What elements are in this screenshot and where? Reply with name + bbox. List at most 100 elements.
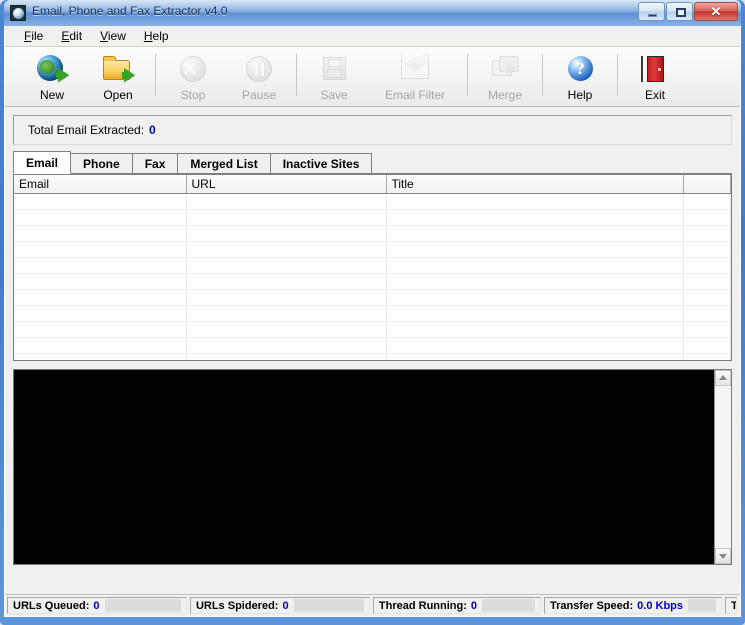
table-cell-empty[interactable] xyxy=(683,241,731,258)
table-cell-empty[interactable] xyxy=(186,257,387,274)
table-row-empty[interactable] xyxy=(14,257,731,274)
scrollbar-track[interactable] xyxy=(715,386,731,548)
table-cell-empty[interactable] xyxy=(14,225,187,242)
table-cell-empty[interactable] xyxy=(186,209,387,226)
column-header-email[interactable]: Email xyxy=(14,175,187,194)
table-cell-empty[interactable] xyxy=(14,257,187,274)
table-cell-empty[interactable] xyxy=(186,193,387,210)
status-transfer-speed-label: Transfer Speed: xyxy=(550,599,634,612)
table-cell-empty[interactable] xyxy=(186,241,387,258)
status-truncated-label: T xyxy=(731,600,736,612)
table-cell-empty[interactable] xyxy=(14,241,187,258)
toolbar-button-help[interactable]: Help xyxy=(547,52,613,104)
table-cell-empty[interactable] xyxy=(186,225,387,242)
menu-item-view[interactable]: View xyxy=(91,27,135,45)
column-header-extra[interactable] xyxy=(683,175,731,194)
table-cell-empty[interactable] xyxy=(14,209,187,226)
toolbar-button-exit[interactable]: Exit xyxy=(622,52,688,104)
toolbar-button-save: Save xyxy=(301,52,367,104)
table-cell-empty[interactable] xyxy=(386,353,684,360)
status-urls-spidered: URLs Spidered: 0 xyxy=(189,597,370,614)
maximize-button[interactable] xyxy=(666,2,693,21)
table-row-empty[interactable] xyxy=(14,305,731,322)
triangle-down-icon xyxy=(719,554,727,559)
table-row-empty[interactable] xyxy=(14,289,731,306)
menu-file-rest: ile xyxy=(31,29,44,43)
table-cell-empty[interactable] xyxy=(386,273,684,290)
table-cell-empty[interactable] xyxy=(386,305,684,322)
table-cell-empty[interactable] xyxy=(683,321,731,338)
toolbar-button-new[interactable]: New xyxy=(19,52,85,104)
table-cell-empty[interactable] xyxy=(386,289,684,306)
help-question-icon xyxy=(564,53,596,85)
table-cell-empty[interactable] xyxy=(683,193,731,210)
table-cell-empty[interactable] xyxy=(186,353,387,360)
log-panel[interactable] xyxy=(13,369,732,565)
log-output xyxy=(14,370,714,564)
table-row-empty[interactable] xyxy=(14,241,731,258)
status-urls-spidered-label: URLs Spidered: xyxy=(195,599,279,612)
table-cell-empty[interactable] xyxy=(186,305,387,322)
minimize-icon xyxy=(648,14,657,17)
table-cell-empty[interactable] xyxy=(683,257,731,274)
tab-merged-list[interactable]: Merged List xyxy=(177,153,271,173)
table-cell-empty[interactable] xyxy=(386,241,684,258)
envelope-icon xyxy=(399,53,431,85)
table-row-empty[interactable] xyxy=(14,225,731,242)
tab-inactive-sites[interactable]: Inactive Sites xyxy=(269,153,373,173)
table-cell-empty[interactable] xyxy=(683,273,731,290)
close-button[interactable]: ✕ xyxy=(694,2,738,21)
stop-circle-icon xyxy=(177,53,209,85)
table-cell-empty[interactable] xyxy=(14,321,187,338)
table-cell-empty[interactable] xyxy=(386,225,684,242)
table-cell-empty[interactable] xyxy=(14,273,187,290)
scroll-up-button[interactable] xyxy=(715,370,731,386)
table-cell-empty[interactable] xyxy=(683,353,731,360)
table-cell-empty[interactable] xyxy=(386,193,684,210)
toolbar-button-open[interactable]: Open xyxy=(85,52,151,104)
table-row-empty[interactable] xyxy=(14,337,731,354)
table-cell-empty[interactable] xyxy=(386,337,684,354)
table-cell-empty[interactable] xyxy=(186,337,387,354)
column-header-title[interactable]: Title xyxy=(386,175,684,194)
table-cell-empty[interactable] xyxy=(186,321,387,338)
scroll-down-button[interactable] xyxy=(715,548,731,564)
table-row-empty[interactable] xyxy=(14,273,731,290)
table-cell-empty[interactable] xyxy=(683,305,731,322)
table-cell-empty[interactable] xyxy=(683,337,731,354)
table-row-empty[interactable] xyxy=(14,209,731,226)
tab-fax[interactable]: Fax xyxy=(131,153,179,173)
results-table[interactable]: Email URL Title xyxy=(13,174,732,361)
table-cell-empty[interactable] xyxy=(186,289,387,306)
log-scrollbar[interactable] xyxy=(714,370,731,564)
table-cell-empty[interactable] xyxy=(186,273,387,290)
maximize-icon xyxy=(676,8,686,17)
table-cell-empty[interactable] xyxy=(14,193,187,210)
menu-item-edit[interactable]: Edit xyxy=(52,27,91,45)
table-row-empty[interactable] xyxy=(14,353,731,360)
merge-folders-icon xyxy=(489,53,521,85)
table-cell-empty[interactable] xyxy=(683,225,731,242)
table-cell-empty[interactable] xyxy=(14,353,187,360)
tab-email[interactable]: Email xyxy=(13,151,72,174)
status-urls-queued-value: 0 xyxy=(93,599,100,612)
tab-phone[interactable]: Phone xyxy=(70,153,133,173)
table-cell-empty[interactable] xyxy=(14,305,187,322)
menu-item-help[interactable]: Help xyxy=(135,27,178,45)
minimize-button[interactable] xyxy=(638,2,665,21)
toolbar-label-merge: Merge xyxy=(487,88,522,102)
table-cell-empty[interactable] xyxy=(14,289,187,306)
table-row-empty[interactable] xyxy=(14,321,731,338)
status-thread-running-value: 0 xyxy=(470,599,478,612)
table-cell-empty[interactable] xyxy=(14,337,187,354)
table-cell-empty[interactable] xyxy=(683,209,731,226)
menu-item-file[interactable]: File xyxy=(15,27,52,45)
table-row-empty[interactable] xyxy=(14,193,731,210)
menu-help-accel: H xyxy=(143,29,153,43)
column-header-url[interactable]: URL xyxy=(186,175,387,194)
table-cell-empty[interactable] xyxy=(386,209,684,226)
table-cell-empty[interactable] xyxy=(386,321,684,338)
status-truncated-panel: T xyxy=(725,597,737,614)
table-cell-empty[interactable] xyxy=(386,257,684,274)
table-cell-empty[interactable] xyxy=(683,289,731,306)
